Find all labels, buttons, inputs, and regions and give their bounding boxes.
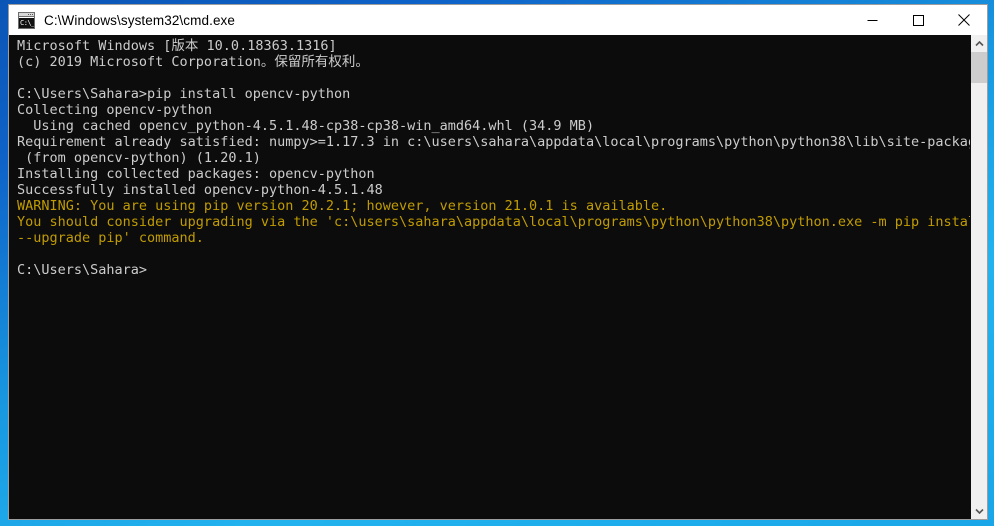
scroll-up-arrow-icon[interactable] xyxy=(971,35,987,52)
terminal-line: Installing collected packages: opencv-py… xyxy=(17,166,375,182)
title-bar[interactable]: C:\_ C:\Windows\system32\cmd.exe xyxy=(9,5,987,35)
scroll-down-arrow-icon[interactable] xyxy=(971,502,987,519)
vertical-scrollbar[interactable] xyxy=(970,35,987,519)
terminal-output-area[interactable]: Microsoft Windows [版本 10.0.18363.1316] (c… xyxy=(9,35,987,519)
cmd-icon-titlebar xyxy=(19,12,34,17)
terminal-line: (c) 2019 Microsoft Corporation。保留所有权利。 xyxy=(17,54,369,70)
terminal-line: You should consider upgrading via the 'c… xyxy=(17,214,970,230)
terminal-line: Requirement already satisfied: numpy>=1.… xyxy=(17,134,970,150)
maximize-button[interactable] xyxy=(895,5,941,35)
terminal-text: Microsoft Windows [版本 10.0.18363.1316] (c… xyxy=(9,35,970,519)
terminal-line: Collecting opencv-python xyxy=(17,102,213,118)
cmd-window: C:\_ C:\Windows\system32\cmd.exe Microso… xyxy=(0,0,994,526)
window-client-area: C:\_ C:\Windows\system32\cmd.exe Microso… xyxy=(8,4,988,520)
window-title: C:\Windows\system32\cmd.exe xyxy=(44,12,236,28)
cmd-icon-dots xyxy=(28,13,33,15)
terminal-line: C:\Users\Sahara> xyxy=(17,262,148,278)
cmd-icon: C:\_ xyxy=(18,11,35,29)
terminal-line: C:\Users\Sahara>pip install opencv-pytho… xyxy=(17,86,351,102)
cmd-icon-prompt: C:\_ xyxy=(19,17,34,28)
terminal-line: --upgrade pip' command. xyxy=(17,230,204,246)
window-controls xyxy=(849,5,987,35)
terminal-line: Successfully installed opencv-python-4.5… xyxy=(17,182,383,198)
terminal-line: Microsoft Windows [版本 10.0.18363.1316] xyxy=(17,38,337,54)
scrollbar-thumb[interactable] xyxy=(971,52,987,83)
terminal-line: WARNING: You are using pip version 20.2.… xyxy=(17,198,668,214)
scrollbar-track[interactable] xyxy=(971,83,987,502)
terminal-line: (from opencv-python) (1.20.1) xyxy=(17,150,261,166)
terminal-line: Using cached opencv_python-4.5.1.48-cp38… xyxy=(17,118,595,134)
minimize-button[interactable] xyxy=(849,5,895,35)
close-button[interactable] xyxy=(941,5,987,35)
